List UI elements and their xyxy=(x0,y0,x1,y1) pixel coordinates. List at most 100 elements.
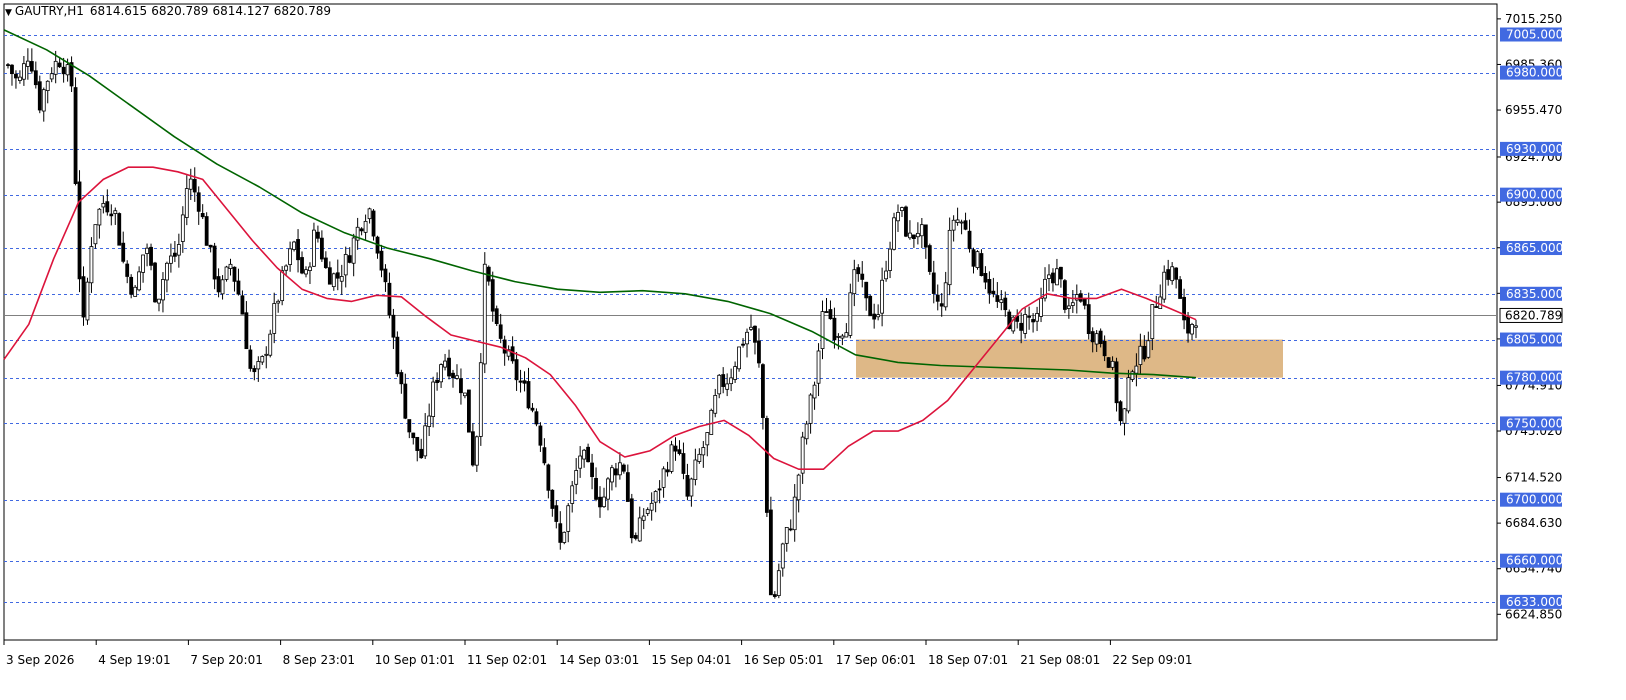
candle-body xyxy=(33,70,38,86)
candle-body xyxy=(836,335,841,338)
candle-body xyxy=(133,286,138,297)
candle-body xyxy=(427,415,432,427)
candle-body xyxy=(792,496,797,531)
candle-body xyxy=(868,295,873,317)
candle-body xyxy=(911,234,916,239)
candle-body xyxy=(188,178,193,190)
candle-body xyxy=(987,279,992,294)
candle-body xyxy=(558,523,563,543)
candle-body xyxy=(1166,269,1171,280)
candle-body xyxy=(753,325,757,343)
candle-body xyxy=(1047,274,1051,279)
candle-body xyxy=(800,436,805,474)
candle-body xyxy=(1106,357,1111,368)
candle-body xyxy=(10,64,14,75)
time-tick-label: 18 Sep 07:01 xyxy=(928,653,1008,667)
candle-body xyxy=(367,208,372,220)
candle-body xyxy=(141,254,145,273)
candle-body xyxy=(288,248,293,265)
candle-body xyxy=(904,206,908,237)
candle-body xyxy=(459,378,463,394)
candle-body xyxy=(852,269,857,295)
candle-body xyxy=(1186,316,1190,334)
candle-body xyxy=(180,214,185,242)
candle-body xyxy=(256,361,261,370)
candle-body xyxy=(6,64,10,67)
candle-body xyxy=(733,366,738,380)
candle-body xyxy=(21,63,26,80)
candle-body xyxy=(1062,280,1067,310)
candle-body xyxy=(673,445,678,452)
candle-body xyxy=(606,478,610,500)
candle-body xyxy=(109,213,114,217)
candle-body xyxy=(1003,297,1008,311)
candle-body xyxy=(323,257,328,269)
candle-body xyxy=(971,249,976,267)
level-label: 6780.000 xyxy=(1506,371,1563,385)
candle-body xyxy=(451,372,455,379)
candle-body xyxy=(1190,324,1194,335)
candle-body xyxy=(610,467,614,483)
candle-body xyxy=(316,231,320,239)
candle-body xyxy=(284,265,289,271)
candle-body xyxy=(975,251,980,268)
time-tick-label: 8 Sep 23:01 xyxy=(283,653,355,667)
time-tick-label: 3 Sep 2026 xyxy=(6,653,74,667)
candle-body xyxy=(919,224,924,237)
candle-body xyxy=(379,250,384,271)
candle-body xyxy=(252,368,257,373)
candle-body xyxy=(319,237,324,260)
level-label: 7005.000 xyxy=(1506,28,1563,42)
candle-body xyxy=(129,276,134,295)
candle-body xyxy=(85,281,90,321)
candle-body xyxy=(685,474,690,497)
candle-body xyxy=(661,468,666,488)
candle-body xyxy=(260,356,265,363)
candle-body xyxy=(1170,266,1175,282)
candle-body xyxy=(292,241,296,250)
candle-body xyxy=(645,509,650,514)
price-chart[interactable]: 7015.2506985.3606955.4706924.7006895.080… xyxy=(0,0,1626,696)
candle-body xyxy=(176,244,181,256)
candle-body xyxy=(860,273,865,280)
candle-body xyxy=(1094,333,1099,345)
candle-body xyxy=(999,299,1004,303)
high-value: 6820.789 xyxy=(151,4,209,18)
candle-body xyxy=(57,62,62,68)
candle-body xyxy=(578,455,583,469)
symbol-label[interactable]: GAUTRY,H1 xyxy=(15,4,84,18)
time-tick-label: 11 Sep 02:01 xyxy=(467,653,547,667)
candle-body xyxy=(951,219,956,231)
candle-body xyxy=(244,312,249,350)
candle-body xyxy=(1066,305,1071,309)
candle-body xyxy=(89,246,94,284)
candle-body xyxy=(900,207,904,212)
candle-body xyxy=(729,377,734,385)
candle-body xyxy=(542,447,547,464)
candle-body xyxy=(963,220,968,230)
candle-body xyxy=(780,543,785,569)
candle-body xyxy=(892,217,896,250)
candle-body xyxy=(113,210,118,214)
candle-body xyxy=(594,477,598,500)
candle-body xyxy=(908,232,912,239)
candle-body xyxy=(522,380,527,384)
candle-body xyxy=(876,314,881,318)
candle-body xyxy=(431,381,436,417)
candle-body xyxy=(1090,331,1095,343)
chart-frame: ▼ GAUTRY,H1 6814.615 6820.789 6814.127 6820.7… xyxy=(0,0,1626,696)
candle-body xyxy=(1082,298,1087,306)
candle-body xyxy=(983,273,988,283)
candle-body xyxy=(220,279,225,295)
candle-body xyxy=(1126,377,1131,412)
candle-body xyxy=(14,73,18,79)
candle-body xyxy=(1130,371,1135,380)
candle-body xyxy=(1194,325,1198,328)
candle-body xyxy=(784,526,789,544)
dropdown-triangle-icon[interactable]: ▼ xyxy=(5,8,12,18)
candle-body xyxy=(65,64,70,76)
candle-body xyxy=(439,364,443,383)
symbol-info: ▼ GAUTRY,H1 6814.615 6820.789 6814.127 6820.7… xyxy=(5,4,335,18)
candle-body xyxy=(145,247,149,254)
candle-body xyxy=(125,263,130,277)
